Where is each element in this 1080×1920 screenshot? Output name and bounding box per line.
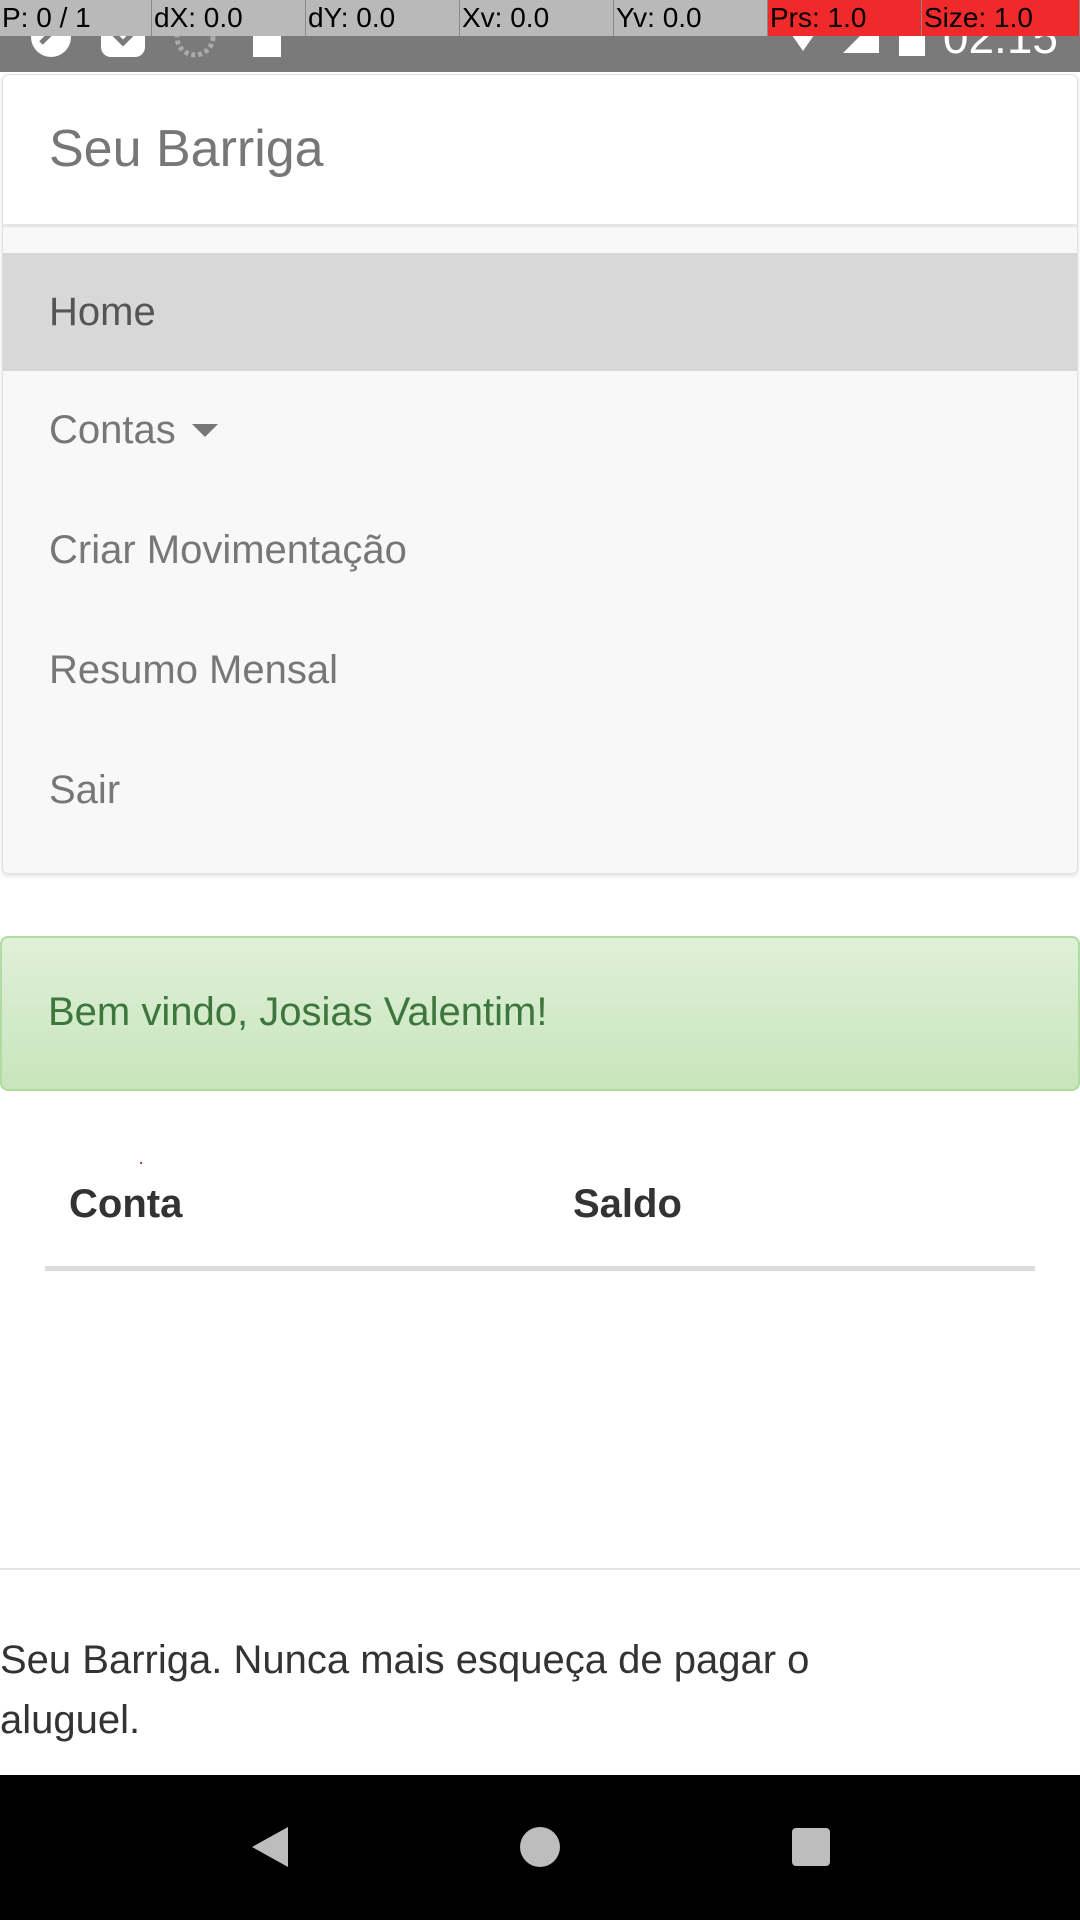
- footer-text: Seu Barriga. Nunca mais esqueça de pagar…: [0, 1638, 810, 1742]
- nav-item-label: Contas: [49, 408, 176, 452]
- accounts-table-header: Conta Saldo: [45, 1162, 1035, 1271]
- nav-item-label: Criar Movimentação: [49, 528, 407, 572]
- nav-item-label: Home: [49, 290, 156, 334]
- welcome-message: Bem vindo, Josias Valentim!: [48, 990, 548, 1034]
- nav-item-contas[interactable]: Contas: [3, 371, 1077, 489]
- column-header-conta: Conta: [69, 1182, 183, 1226]
- brand-link[interactable]: Seu Barriga: [49, 119, 324, 179]
- pointer-location-overlay: P: 0 / 1 dX: 0.0 dY: 0.0 Xv: 0.0 Yv: 0.0…: [0, 0, 1080, 36]
- pointer-yv: Yv: 0.0: [614, 0, 768, 36]
- welcome-alert: Bem vindo, Josias Valentim!: [0, 936, 1080, 1091]
- recents-icon[interactable]: [792, 1828, 830, 1866]
- nav-item-label: Resumo Mensal: [49, 648, 339, 692]
- pointer-xv: Xv: 0.0: [460, 0, 614, 36]
- pointer-size: Size: 1.0: [922, 0, 1080, 36]
- nav-item-criar-movimentacao[interactable]: Criar Movimentação: [3, 491, 1077, 609]
- nav-item-resumo-mensal[interactable]: Resumo Mensal: [3, 611, 1077, 729]
- nav-item-home[interactable]: Home: [3, 253, 1077, 371]
- pointer-dy: dY: 0.0: [306, 0, 460, 36]
- pointer-count: P: 0 / 1: [0, 0, 152, 36]
- caret-down-icon: [191, 423, 218, 437]
- pointer-pressure: Prs: 1.0: [768, 0, 922, 36]
- system-navigation-bar: [0, 1775, 1080, 1920]
- back-icon[interactable]: [252, 1827, 288, 1867]
- column-header-saldo: Saldo: [573, 1182, 682, 1226]
- pointer-dx: dX: 0.0: [152, 0, 306, 36]
- navbar-header: Seu Barriga: [3, 75, 1077, 227]
- nav-item-label: Sair: [49, 768, 121, 812]
- home-icon[interactable]: [520, 1827, 560, 1867]
- navbar: Seu Barriga Home Contas Criar Movimentaç…: [2, 74, 1078, 874]
- footer-divider: [0, 1568, 1080, 1570]
- nav-item-sair[interactable]: Sair: [3, 731, 1077, 849]
